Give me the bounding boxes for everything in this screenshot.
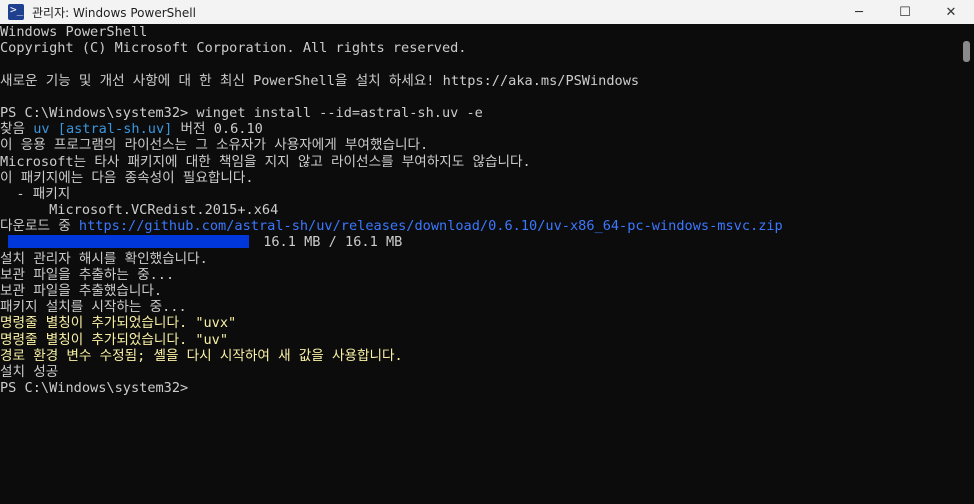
path-changed-line: 경로 환경 변수 수정됨; 셸을 다시 시작하여 새 값을 사용합니다. (0, 347, 403, 364)
hash-line: 설치 관리자 해시를 확인했습니다. (0, 250, 208, 267)
progress-line: 16.1 MB / 16.1 MB (0, 234, 959, 250)
progress-text: 16.1 MB / 16.1 MB (263, 234, 403, 251)
prompt-line: PS C:\Windows\system32> (0, 380, 189, 397)
minimize-button[interactable]: ─ (836, 0, 882, 24)
license-line: 이 응용 프로그램의 라이선스는 그 소유자가 사용자에게 부여했습니다. (0, 137, 429, 154)
dependency-item: - 패키지 (0, 185, 71, 202)
scroll-thumb[interactable] (963, 41, 970, 62)
download-link[interactable]: https://github.com/astral-sh/uv/releases… (79, 218, 783, 234)
found-line: 찾음 uv [astral-sh.uv] 버전 0.6.10 (0, 121, 959, 137)
dependency-value: Microsoft.VCRedist.2015+.x64 (0, 202, 279, 219)
extracted-line: 보관 파일을 추출했습니다. (0, 283, 163, 299)
title-bar: >_ 관리자: Windows PowerShell ─ ☐ ✕ (0, 0, 974, 24)
download-line: 다운로드 중 https://github.com/astral-sh/uv/r… (0, 218, 959, 234)
notice-line: 새로운 기능 및 개선 사항에 대 한 최신 PowerShell을 설치 하세… (0, 72, 640, 89)
extracting-line: 보관 파일을 추출하는 중... (0, 266, 175, 283)
window-title: 관리자: Windows PowerShell (32, 5, 196, 20)
command-line: PS C:\Windows\system32> winget install -… (0, 105, 959, 121)
package-id: uv [astral-sh.uv] (33, 121, 173, 138)
download-prefix: 다운로드 중 (0, 218, 79, 235)
dependency-header: 이 패키지에는 다음 종속성이 필요합니다. (0, 169, 254, 186)
window-controls: ─ ☐ ✕ (836, 0, 974, 24)
installing-line: 패키지 설치를 시작하는 중... (0, 299, 187, 316)
terminal-output[interactable]: Windows PowerShell Copyright (C) Microso… (0, 24, 959, 504)
progress-bar (8, 235, 250, 249)
maximize-button[interactable]: ☐ (882, 0, 928, 24)
command-text: winget install --id=astral-sh.uv -e (196, 104, 483, 121)
prompt: PS C:\Windows\system32> (0, 104, 197, 121)
success-line: 설치 성공 (0, 363, 59, 380)
powershell-icon: >_ (8, 3, 24, 20)
close-button[interactable]: ✕ (928, 0, 974, 24)
header-line: Windows PowerShell (0, 24, 148, 40)
found-version: 버전 0.6.10 (172, 121, 263, 138)
vertical-scrollbar[interactable] (959, 24, 974, 504)
license-line: Microsoft는 타사 패키지에 대한 책임을 지지 않고 라이선스를 부여… (0, 153, 531, 170)
found-prefix: 찾음 (0, 121, 34, 138)
copyright-line: Copyright (C) Microsoft Corporation. All… (0, 40, 467, 57)
alias-uv-line: 명령줄 별칭이 추가되었습니다. "uv" (0, 331, 229, 348)
alias-uvx-line: 명령줄 별칭이 추가되었습니다. "uvx" (0, 315, 237, 332)
